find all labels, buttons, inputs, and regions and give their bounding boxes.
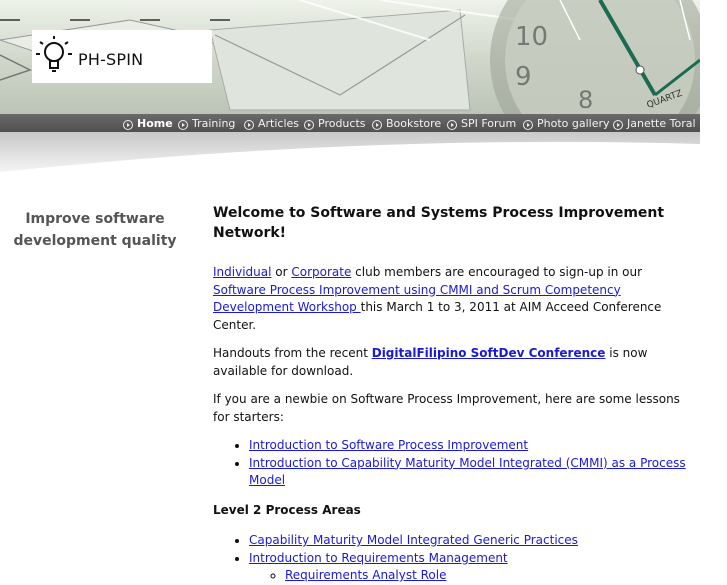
arrow-circle-icon — [447, 120, 457, 130]
nav-item-products[interactable]: Products — [304, 114, 366, 132]
arrow-circle-icon — [304, 120, 314, 130]
nav-label: Training — [192, 116, 236, 130]
sidebar-tagline: Improve software development quality — [13, 211, 177, 249]
lessons-list: Introduction to Software Process Improve… — [213, 437, 691, 490]
handouts-paragraph: Handouts from the recent DigitalFilipino… — [213, 345, 691, 380]
main-content: Welcome to Software and Systems Process … — [213, 203, 691, 585]
list-item: Introduction to Capability Maturity Mode… — [249, 455, 691, 490]
lesson-link[interactable]: Introduction to Software Process Improve… — [249, 438, 528, 452]
lesson-link[interactable]: Introduction to Capability Maturity Mode… — [249, 456, 686, 488]
header-swoosh — [0, 132, 700, 172]
text-or: or — [271, 265, 292, 279]
level2-link[interactable]: Introduction to Requirements Management — [249, 551, 508, 565]
nav-item-bookstore[interactable]: Bookstore — [372, 114, 441, 132]
clock-number-8: 8 — [578, 86, 593, 114]
newbie-paragraph: If you are a newbie on Software Process … — [213, 392, 680, 424]
intro-text: club members are encouraged to sign-up i… — [351, 265, 643, 279]
main-navigation: Home Training Articles Products Bookstor… — [0, 114, 700, 132]
nav-label: SPI Forum — [461, 116, 517, 130]
nav-item-articles[interactable]: Articles — [244, 114, 299, 132]
list-item: Introduction to Requirements Management … — [249, 550, 691, 585]
individual-link[interactable]: Individual — [213, 265, 271, 279]
site-logo-text[interactable]: PH-SPIN — [78, 50, 143, 69]
page-title: Welcome to Software and Systems Process … — [213, 205, 665, 241]
level2-list: Capability Maturity Model Integrated Gen… — [213, 532, 691, 585]
arrow-circle-icon — [523, 120, 533, 130]
header-banner: 10 9 8 QUARTZ PH-SPIN — [0, 0, 700, 114]
nav-label: Janette Toral — [627, 116, 696, 130]
nav-label: Articles — [258, 116, 300, 130]
arrow-circle-icon — [123, 120, 133, 130]
nav-label: Bookstore — [386, 116, 442, 130]
nav-item-home[interactable]: Home — [123, 114, 173, 132]
level2-heading: Level 2 Process Areas — [213, 502, 361, 517]
nav-item-spi-forum[interactable]: SPI Forum — [447, 114, 516, 132]
corporate-link[interactable]: Corporate — [291, 265, 351, 279]
level2-sublist: Requirements Analyst Role — [249, 567, 691, 585]
clock-number-9: 9 — [515, 62, 532, 92]
nav-label: Photo gallery — [537, 116, 610, 130]
arrow-circle-icon — [244, 120, 254, 130]
lightbulb-icon — [36, 36, 72, 72]
arrow-circle-icon — [613, 120, 623, 130]
nav-item-photo-gallery[interactable]: Photo gallery — [523, 114, 610, 132]
nav-label: Home — [137, 116, 173, 130]
handouts-text: Handouts from the recent — [213, 346, 372, 360]
nav-label: Products — [318, 116, 366, 130]
list-item: Requirements Analyst Role — [285, 567, 691, 585]
arrow-circle-icon — [372, 120, 382, 130]
arrow-circle-icon — [178, 120, 188, 130]
clock-number-10: 10 — [515, 22, 548, 52]
intro-paragraph: Individual or Corporate club members are… — [213, 264, 691, 334]
list-item: Capability Maturity Model Integrated Gen… — [249, 532, 691, 550]
level2-sublink[interactable]: Requirements Analyst Role — [285, 568, 446, 582]
list-item: Introduction to Software Process Improve… — [249, 437, 691, 455]
conference-link[interactable]: DigitalFilipino SoftDev Conference — [372, 346, 606, 360]
nav-item-janette-toral[interactable]: Janette Toral — [613, 114, 696, 132]
nav-item-training[interactable]: Training — [178, 114, 235, 132]
